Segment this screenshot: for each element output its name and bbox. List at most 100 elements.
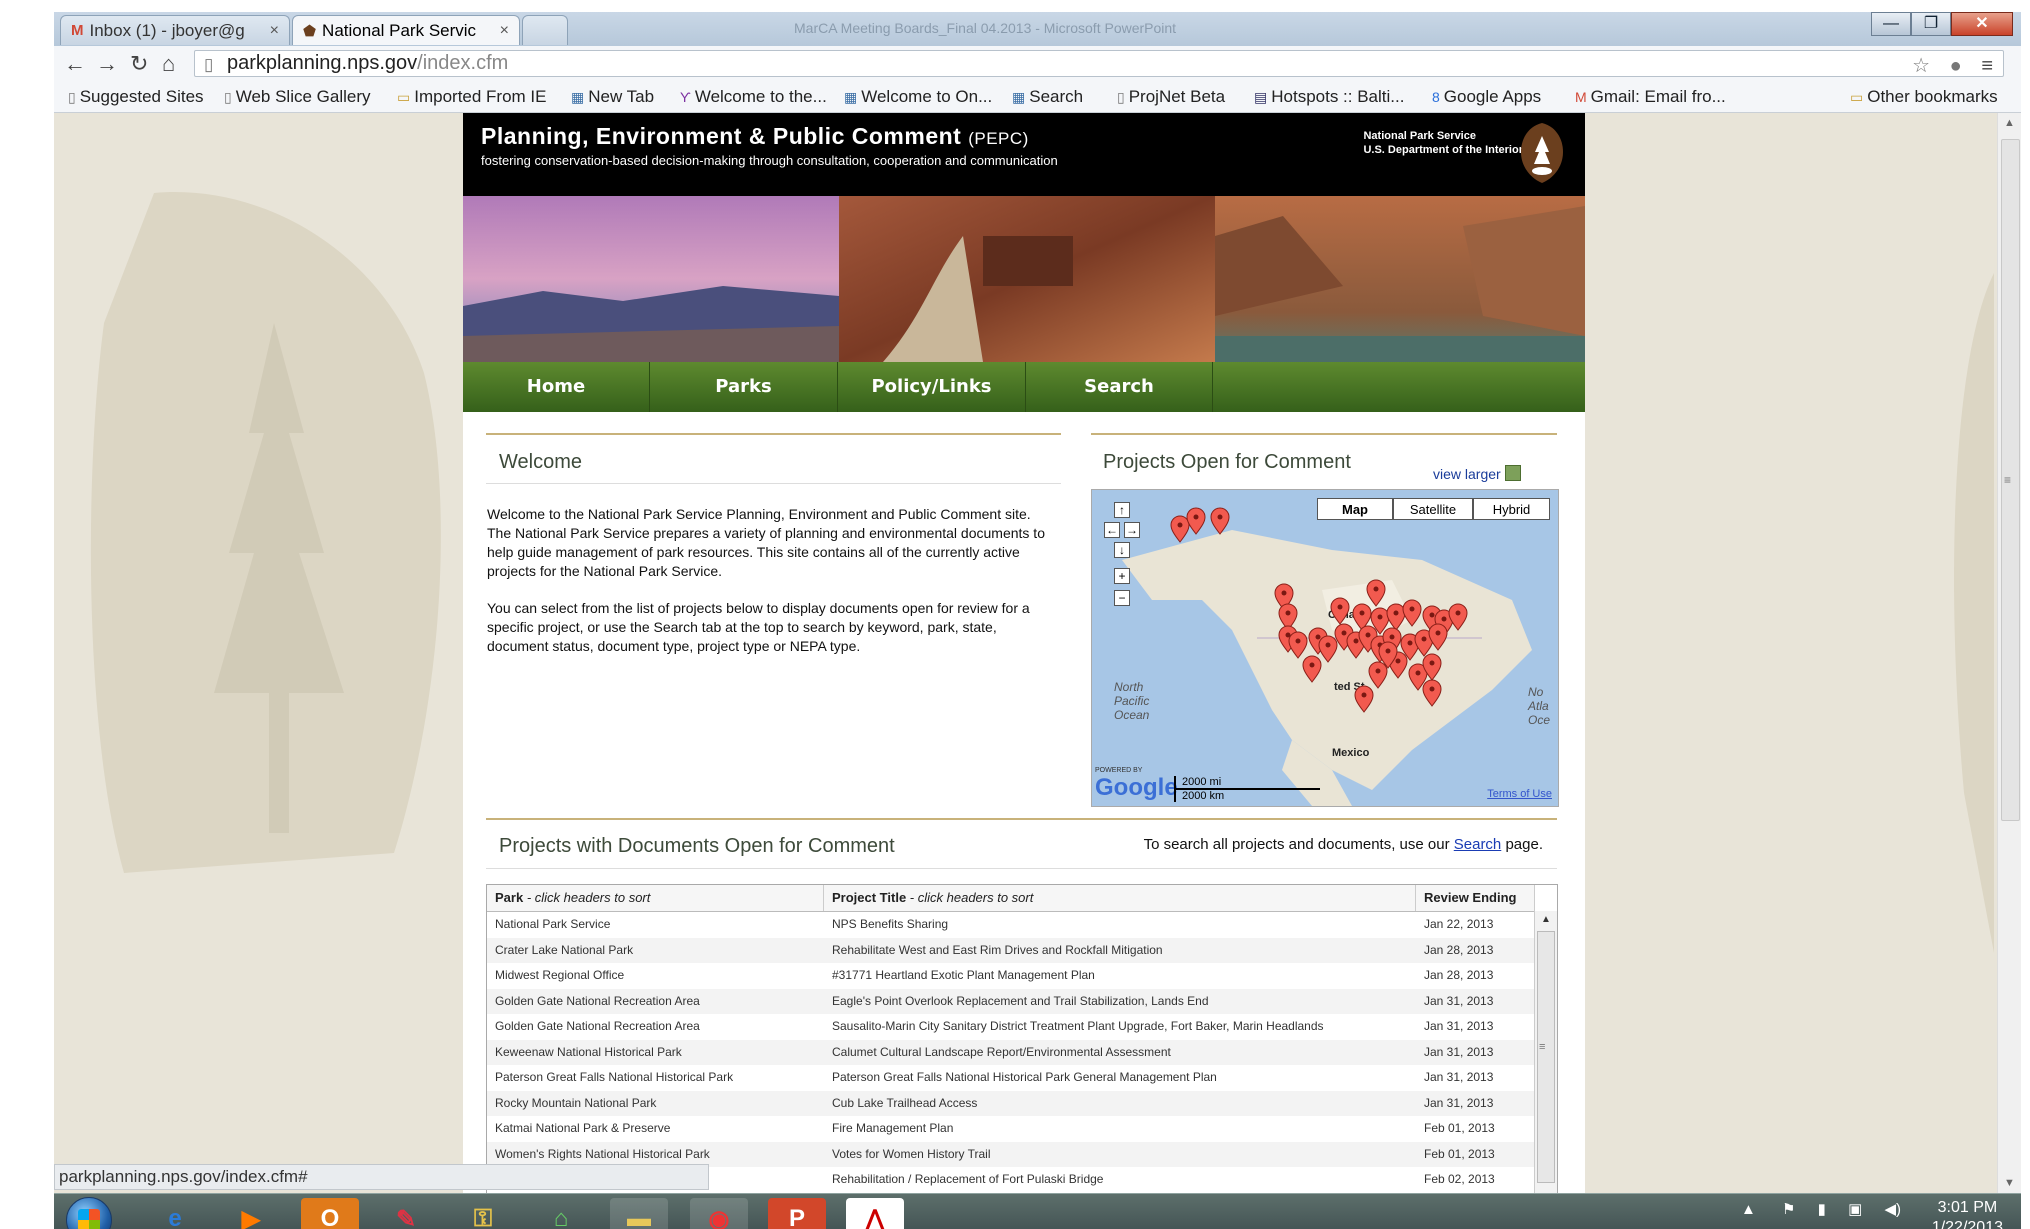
bookmark-item[interactable]: ▦ Search bbox=[1012, 87, 1083, 107]
address-bar[interactable]: ▯ parkplanning.nps.gov/index.cfm ☆ ● ≡ bbox=[194, 50, 2004, 77]
project-marker-icon[interactable] bbox=[1210, 507, 1230, 535]
forward-button[interactable]: → bbox=[96, 51, 118, 77]
project-marker-icon[interactable] bbox=[1386, 603, 1406, 631]
project-marker-icon[interactable] bbox=[1170, 515, 1190, 543]
status-bar-url: parkplanning.nps.gov/index.cfm# bbox=[54, 1164, 709, 1190]
google-apps-icon: 8 bbox=[1432, 89, 1440, 105]
bookmark-item[interactable]: ▦ New Tab bbox=[571, 87, 654, 107]
desktop-screen: M Inbox (1) - jboyer@g × ⬟ National Park… bbox=[54, 12, 2021, 1229]
table-scrollbar[interactable]: ▲ ≡ bbox=[1534, 911, 1557, 1193]
minimize-button[interactable]: — bbox=[1871, 12, 1911, 36]
show-hidden-icons-icon[interactable]: ▲ bbox=[1741, 1201, 1756, 1218]
nav-parks[interactable]: Parks bbox=[650, 362, 838, 412]
close-icon[interactable]: × bbox=[270, 22, 279, 40]
new-tab-button[interactable] bbox=[522, 15, 568, 45]
power-icon[interactable]: ▮ bbox=[1818, 1201, 1826, 1218]
window-close-button[interactable]: ✕ bbox=[1951, 12, 2013, 36]
scale-miles: 2000 mi bbox=[1174, 776, 1320, 790]
windows-taskbar: e ▶ O ✎ ⚿ ⌂ ▬ ◉ P ⋀ ▲ ⚑ ▮ ▣ ◀) 3:01 PM 1/22/2013 bbox=[54, 1193, 2021, 1229]
cell-title: NPS Benefits Sharing bbox=[832, 917, 949, 931]
scroll-down-icon[interactable]: ▼ bbox=[2004, 1177, 2015, 1189]
network-status-icon[interactable]: ▣ bbox=[1848, 1201, 1862, 1218]
project-marker-icon[interactable] bbox=[1318, 635, 1338, 663]
project-marker-icon[interactable] bbox=[1186, 507, 1206, 535]
nav-policy-links[interactable]: Policy/Links bbox=[838, 362, 1026, 412]
terms-of-use-link[interactable]: Terms of Use bbox=[1487, 788, 1552, 800]
chrome-icon[interactable]: ◉ bbox=[690, 1198, 748, 1229]
menu-icon[interactable]: ≡ bbox=[1981, 55, 1993, 77]
bookmark-item[interactable]: ▭ Imported From IE bbox=[397, 87, 547, 107]
table-row[interactable]: National Park Service NPS Benefits Sharin… bbox=[487, 912, 1535, 938]
nps-arrowhead-logo[interactable] bbox=[1519, 122, 1565, 184]
table-row[interactable]: Golden Gate National Recreation Area Eagl… bbox=[487, 988, 1535, 1014]
other-bookmarks[interactable]: ▭ Other bookmarks bbox=[1850, 87, 1998, 107]
cell-title: #31771 Heartland Exotic Plant Management… bbox=[832, 968, 1095, 982]
home-icon[interactable]: ⌂ bbox=[162, 51, 175, 77]
outlook-icon[interactable]: O bbox=[301, 1198, 359, 1229]
bookmark-item[interactable]: ▦ Welcome to On... bbox=[844, 87, 992, 107]
project-marker-icon[interactable] bbox=[1366, 579, 1386, 607]
project-marker-icon[interactable] bbox=[1302, 655, 1322, 683]
table-row[interactable]: Paterson Great Falls National Historical… bbox=[487, 1065, 1535, 1091]
scroll-thumb[interactable] bbox=[1537, 931, 1555, 1183]
nav-search[interactable]: Search bbox=[1026, 362, 1213, 412]
security-icon[interactable]: ⚿ bbox=[454, 1198, 512, 1229]
media-player-icon[interactable]: ▶ bbox=[222, 1198, 280, 1229]
maximize-button[interactable]: ❐ bbox=[1911, 12, 1951, 36]
internet-explorer-icon[interactable]: e bbox=[146, 1198, 204, 1229]
bookmark-item[interactable]: ▯ Suggested Sites bbox=[68, 87, 204, 107]
table-row[interactable]: Keweenaw National Historical Park Calumet… bbox=[487, 1039, 1535, 1065]
project-marker-icon[interactable] bbox=[1330, 597, 1350, 625]
back-button[interactable]: ← bbox=[64, 51, 86, 77]
volume-icon[interactable]: ◀) bbox=[1884, 1201, 1901, 1218]
scroll-up-icon[interactable]: ▲ bbox=[2004, 117, 2015, 129]
project-marker-icon[interactable] bbox=[1428, 623, 1448, 651]
page-scrollbar[interactable]: ▲ ≡ ▼ bbox=[1997, 113, 2021, 1193]
bookmark-item[interactable]: ▤ Hotspots :: Balti... bbox=[1254, 87, 1404, 107]
paint-icon[interactable]: ✎ bbox=[377, 1198, 435, 1229]
view-larger-link[interactable]: view larger bbox=[1433, 465, 1521, 482]
table-row[interactable]: Midwest Regional Office #31771 Heartland … bbox=[487, 963, 1535, 989]
map-scale: 2000 mi 2000 km bbox=[1174, 776, 1320, 802]
star-icon[interactable]: ☆ bbox=[1912, 55, 1930, 77]
site-title[interactable]: Planning, Environment & Public Comment (… bbox=[481, 123, 1029, 150]
bookmark-item[interactable]: M Gmail: Email fro... bbox=[1575, 87, 1726, 107]
file-explorer-icon[interactable]: ▬ bbox=[610, 1198, 668, 1229]
marker-dot bbox=[1365, 632, 1371, 638]
network-icon[interactable]: ⌂ bbox=[532, 1198, 590, 1229]
search-page-link[interactable]: Search bbox=[1454, 836, 1502, 853]
tab-national-park-service[interactable]: ⬟ National Park Servic × bbox=[292, 15, 520, 45]
project-marker-icon[interactable] bbox=[1354, 685, 1374, 713]
table-row[interactable]: Crater Lake National Park Rehabilitate We… bbox=[487, 937, 1535, 963]
agency-line-1: National Park Service bbox=[1363, 130, 1476, 142]
column-header-project-title[interactable]: Project Title - click headers to sort bbox=[824, 885, 1416, 911]
bookmark-item[interactable]: ▯ ProjNet Beta bbox=[1117, 87, 1225, 107]
projects-map[interactable]: Map Satellite Hybrid ↑ ← → ↓ + − Canada … bbox=[1091, 489, 1559, 807]
powerpoint-icon[interactable]: P bbox=[768, 1198, 826, 1229]
scroll-up-icon[interactable]: ▲ bbox=[1541, 914, 1551, 925]
bookmark-item[interactable]: Ƴ Welcome to the... bbox=[680, 87, 827, 107]
project-marker-icon[interactable] bbox=[1368, 661, 1388, 689]
tab-gmail-inbox[interactable]: M Inbox (1) - jboyer@g × bbox=[60, 15, 290, 45]
acrobat-icon[interactable]: ⋀ bbox=[846, 1198, 904, 1229]
start-button[interactable] bbox=[66, 1197, 112, 1229]
column-header-review-ending[interactable]: Review Ending bbox=[1416, 885, 1535, 911]
project-marker-icon[interactable] bbox=[1288, 631, 1308, 659]
project-marker-icon[interactable] bbox=[1448, 603, 1468, 631]
table-row[interactable]: Rocky Mountain National Park Cub Lake Tra… bbox=[487, 1090, 1535, 1116]
bookmark-item[interactable]: 8 Google Apps bbox=[1432, 87, 1541, 107]
close-icon[interactable]: × bbox=[500, 22, 509, 40]
project-marker-icon[interactable] bbox=[1402, 599, 1422, 627]
nav-home[interactable]: Home bbox=[463, 362, 650, 412]
page-icon: ▯ bbox=[224, 89, 232, 105]
project-marker-icon[interactable] bbox=[1422, 679, 1442, 707]
action-center-flag-icon[interactable]: ⚑ bbox=[1782, 1201, 1795, 1218]
bookmark-item[interactable]: ▯ Web Slice Gallery bbox=[224, 87, 371, 107]
table-row[interactable]: Golden Gate National Recreation Area Saus… bbox=[487, 1014, 1535, 1040]
extension-icon[interactable]: ● bbox=[1950, 55, 1962, 77]
marker-dot bbox=[1359, 610, 1365, 616]
system-clock[interactable]: 3:01 PM 1/22/2013 bbox=[1932, 1198, 2003, 1229]
reload-button[interactable]: ↻ bbox=[130, 51, 148, 77]
table-row[interactable]: Katmai National Park & Preserve Fire Mana… bbox=[487, 1116, 1535, 1142]
column-header-park[interactable]: Park - click headers to sort bbox=[487, 885, 824, 911]
